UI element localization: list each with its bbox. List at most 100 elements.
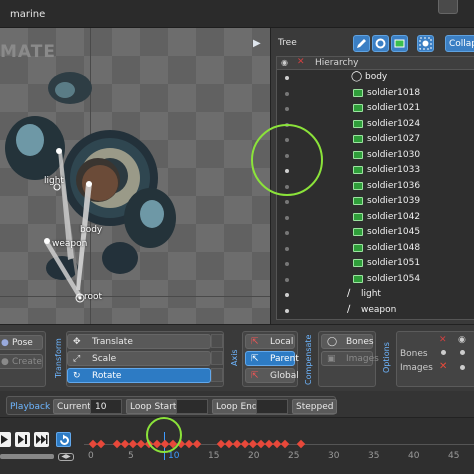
compensate-bones-button[interactable]: ◯ Bones [321, 334, 374, 349]
image-icon [394, 39, 405, 48]
tree-node-soldier1051[interactable]: soldier1051 [277, 256, 474, 272]
options-bones-eye-toggle[interactable] [460, 350, 465, 355]
loop-end-button[interactable]: Loop End [212, 399, 262, 414]
rotate-button[interactable]: ↻ Rotate [67, 368, 211, 383]
tree-node-body[interactable]: ◯ body [277, 70, 474, 86]
options-bones-key-toggle[interactable] [441, 350, 446, 355]
pose-button[interactable]: ● Pose [0, 335, 43, 350]
options-images-eye-toggle[interactable] [460, 365, 465, 370]
timeline-scroll[interactable] [0, 454, 54, 459]
timeline-highlight-circle [146, 417, 182, 453]
visibility-dot[interactable] [285, 76, 289, 80]
tree-node-soldier1048[interactable]: soldier1048 [277, 241, 474, 257]
skip-end-button[interactable] [34, 432, 49, 447]
loop-button[interactable] [56, 432, 71, 447]
image-node-icon [353, 228, 363, 236]
tree-bone-button[interactable] [372, 35, 389, 52]
tree-node-label: soldier1039 [367, 196, 421, 206]
image-node-icon [353, 135, 363, 143]
translate-icon: ✥ [73, 337, 81, 347]
translate-mode-slot[interactable] [211, 334, 223, 348]
window-minimize-button[interactable] [438, 0, 458, 14]
local-axis-button[interactable]: ⇱ Local [245, 334, 295, 349]
parent-axis-button[interactable]: ⇱ Parent [245, 351, 299, 366]
visibility-dot[interactable] [285, 277, 289, 282]
scale-button[interactable]: ⤢ Scale [67, 351, 211, 366]
global-axis-button[interactable]: ⇱ Global [245, 368, 299, 383]
highlight-circle [251, 124, 323, 196]
visibility-dot[interactable] [285, 107, 289, 111]
keyframe-marker[interactable] [192, 439, 202, 449]
image-node-icon [353, 166, 363, 174]
transform-group: ✥ Translate ⤢ Scale ↻ Rotate [66, 331, 224, 387]
options-group-title: Options [382, 342, 391, 374]
visibility-dot[interactable] [285, 200, 289, 204]
tree-node-soldier1045[interactable]: soldier1045 [277, 225, 474, 241]
eye-icon[interactable]: ◉ [281, 58, 288, 67]
tree-node-light[interactable]: ∕ light [277, 287, 474, 303]
bone-label-root: root [84, 292, 103, 302]
skip-end-icon [36, 435, 48, 444]
tree-node-label: soldier1051 [367, 258, 421, 268]
visibility-dot[interactable] [285, 293, 289, 297]
tree-header: Tree Collap [271, 28, 474, 56]
image-node-icon [353, 181, 363, 190]
play-icon [1, 435, 8, 444]
bone-label-body: body [80, 225, 103, 235]
collapse-button[interactable]: Collap [445, 35, 474, 52]
key-icon[interactable]: ✕ [297, 57, 305, 67]
tree-node-soldier1021[interactable]: soldier1021 [277, 101, 474, 117]
step-forward-button[interactable] [15, 432, 30, 447]
tree-node-label: soldier1030 [367, 149, 421, 160]
loop-start-button[interactable]: Loop Start [126, 399, 181, 414]
tree-node-soldier1054[interactable]: soldier1054 [277, 272, 474, 288]
tree-focus-button[interactable] [417, 35, 434, 52]
timeline-tick-label: 15 [208, 451, 220, 461]
visibility-dot[interactable] [285, 91, 289, 96]
translate-button[interactable]: ✥ Translate [67, 334, 211, 349]
image-node-icon [353, 150, 363, 159]
bone-label-weapon: weapon [52, 239, 88, 249]
options-images-key-toggle[interactable]: ✕ [439, 361, 447, 372]
keyframe-marker[interactable] [96, 439, 106, 449]
loop-start-input[interactable] [176, 399, 208, 414]
tree-node-label: soldier1033 [367, 165, 421, 175]
image-node-icon [353, 119, 363, 128]
visibility-dot[interactable] [285, 308, 289, 313]
current-frame-input[interactable]: 10 [90, 399, 122, 414]
step-forward-icon [18, 435, 27, 444]
visibility-dot[interactable] [285, 215, 289, 220]
rotate-icon: ↻ [73, 371, 81, 381]
create-button[interactable]: ● Create [0, 354, 43, 369]
tree-edit-button[interactable] [353, 35, 370, 52]
tree-node-soldier1042[interactable]: soldier1042 [277, 210, 474, 226]
timeline-tick-label: 20 [248, 451, 260, 461]
options-group: Bones Images ✕ ◉ ✕ [396, 331, 474, 387]
tree-node-soldier1039[interactable]: soldier1039 [277, 194, 474, 210]
timeline-zoom-knob[interactable]: ◀▶ [58, 453, 74, 461]
scale-icon: ⤢ [73, 354, 81, 364]
image-node-icon [353, 197, 363, 205]
image-node-icon [353, 259, 363, 267]
stepped-button[interactable]: Stepped [292, 399, 338, 414]
marine-character[interactable] [0, 28, 270, 324]
tree-node-label: soldier1027 [367, 134, 421, 144]
timeline-tick-label: 5 [128, 451, 134, 461]
options-key-icon: ✕ [439, 335, 447, 345]
visibility-dot[interactable] [285, 246, 289, 251]
keyframe-marker[interactable] [296, 439, 306, 449]
visibility-dot[interactable] [285, 231, 289, 235]
tree-image-button[interactable] [391, 35, 408, 52]
tree-node-soldier1018[interactable]: soldier1018 [277, 86, 474, 102]
visibility-dot[interactable] [285, 262, 289, 266]
rotate-mode-slot[interactable] [211, 368, 223, 382]
scale-mode-slot[interactable] [211, 351, 223, 365]
skeleton-viewport[interactable]: MATE ▶ light body weapon root [0, 28, 270, 324]
play-button[interactable] [0, 432, 11, 447]
compensate-images-button[interactable]: ▣ Images [321, 351, 379, 366]
image-node-icon [353, 104, 363, 112]
tree-node-weapon[interactable]: ∕ weapon [277, 303, 474, 319]
loop-end-input[interactable] [256, 399, 288, 414]
timeline-ruler[interactable]: 0 5 10 15 20 25 30 35 40 45 [84, 428, 474, 468]
keyframe-marker[interactable] [280, 439, 290, 449]
